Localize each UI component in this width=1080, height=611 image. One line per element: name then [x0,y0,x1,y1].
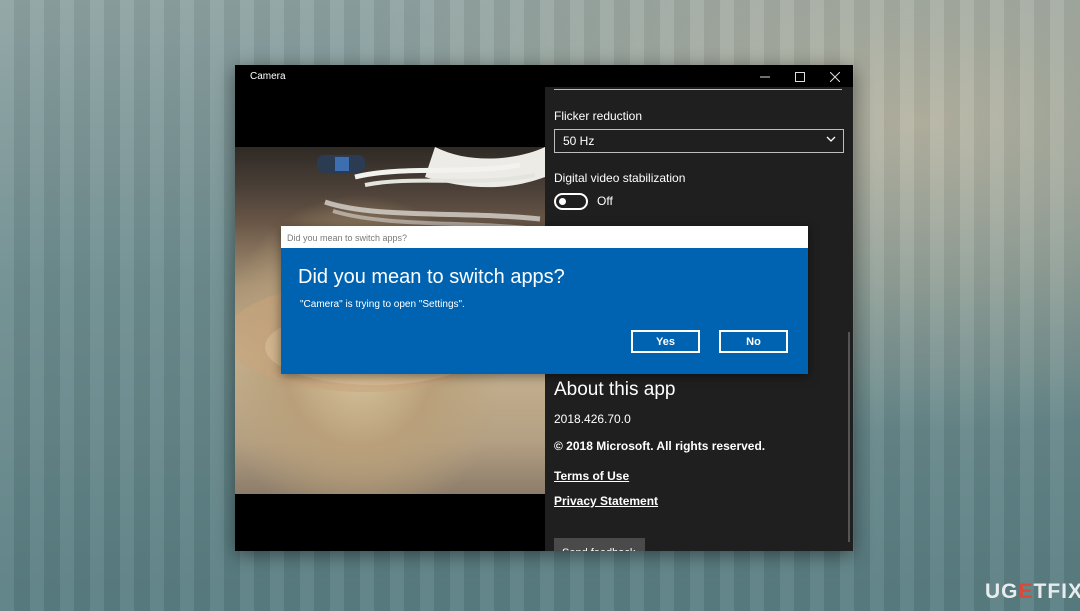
video-stabilization-label: Digital video stabilization [554,171,686,185]
watermark-part-2: E [1018,580,1034,603]
privacy-statement-link[interactable]: Privacy Statement [554,494,658,508]
minimize-icon [760,76,770,78]
top-input-edge [554,87,842,90]
watermark-part-1: UG [985,580,1019,603]
window-title: Camera [250,71,286,82]
flicker-reduction-value: 50 Hz [563,134,595,148]
dialog-window-title: Did you mean to switch apps? [287,233,408,243]
about-title: About this app [554,379,676,400]
terms-of-use-link[interactable]: Terms of Use [554,469,629,483]
toggle-knob [559,198,566,205]
maximize-icon [795,72,805,82]
close-icon [830,72,840,82]
dialog-title-bar: Did you mean to switch apps? [281,226,808,248]
video-stabilization-state: Off [597,194,613,208]
yes-button[interactable]: Yes [631,330,700,353]
send-feedback-button[interactable]: Send feedback [554,538,645,551]
flicker-reduction-dropdown[interactable]: 50 Hz [554,129,844,153]
scrollbar[interactable] [848,332,850,542]
flicker-reduction-label: Flicker reduction [554,109,643,123]
copyright-text: © 2018 Microsoft. All rights reserved. [554,439,766,453]
video-stabilization-toggle[interactable] [554,193,588,210]
no-button[interactable]: No [719,330,788,353]
close-button[interactable] [817,65,853,89]
watermark-logo: UGETFIX [985,580,1080,604]
minimize-button[interactable] [747,65,783,89]
dialog-heading: Did you mean to switch apps? [298,266,565,288]
chevron-down-icon [826,136,836,142]
switch-apps-dialog: Did you mean to switch apps? Did you mea… [281,226,808,374]
title-bar: Camera [235,65,853,89]
dialog-message: "Camera" is trying to open "Settings". [300,299,465,310]
watermark-part-3: TFIX [1033,580,1080,603]
maximize-button[interactable] [782,65,818,89]
app-version: 2018.426.70.0 [554,412,631,426]
